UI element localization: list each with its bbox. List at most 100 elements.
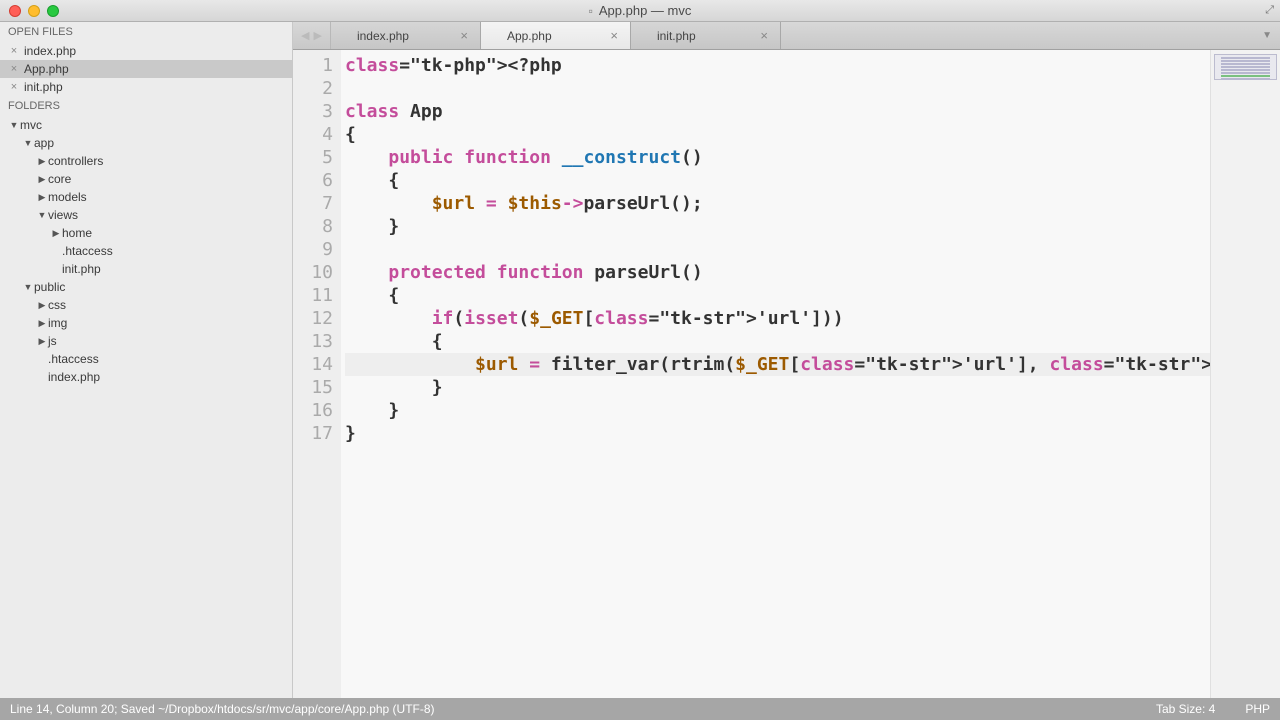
tree-label: controllers — [48, 154, 103, 168]
code-line[interactable]: } — [345, 399, 1210, 422]
close-file-icon[interactable]: × — [8, 81, 20, 93]
code-line[interactable]: if(isset($_GET[class="tk-str">'url'])) — [345, 307, 1210, 330]
minimap[interactable] — [1210, 50, 1280, 698]
tree-folder[interactable]: ▶core — [0, 170, 292, 188]
forward-icon[interactable]: ▶ — [313, 29, 321, 42]
line-number: 4 — [293, 123, 341, 146]
disclosure-icon[interactable]: ▶ — [36, 192, 48, 203]
folders-header: FOLDERS — [0, 96, 292, 116]
open-file-label: index.php — [24, 44, 284, 58]
disclosure-icon[interactable]: ▶ — [50, 228, 62, 239]
tree-folder[interactable]: ▶img — [0, 314, 292, 332]
close-file-icon[interactable]: × — [8, 45, 20, 57]
tree-file[interactable]: index.php — [0, 368, 292, 386]
editor-area: ◀ ▶ index.php×App.php×init.php× ▼ 123456… — [293, 22, 1280, 698]
open-file-label: init.php — [24, 80, 284, 94]
tree-file[interactable]: init.php — [0, 260, 292, 278]
tree-folder[interactable]: ▶controllers — [0, 152, 292, 170]
title-bar: ▫ App.php — mvc ⤢ — [0, 0, 1280, 22]
line-number: 6 — [293, 169, 341, 192]
line-number: 16 — [293, 399, 341, 422]
status-bar: Line 14, Column 20; Saved ~/Dropbox/htdo… — [0, 698, 1280, 720]
code-line[interactable] — [345, 77, 1210, 100]
minimize-window-button[interactable] — [28, 5, 40, 17]
tree-label: index.php — [48, 370, 100, 384]
code-editor[interactable]: class="tk-php"><?php class App{ public f… — [341, 50, 1210, 698]
tree-label: home — [62, 226, 92, 240]
status-language[interactable]: PHP — [1245, 702, 1270, 716]
code-line[interactable]: protected function parseUrl() — [345, 261, 1210, 284]
sidebar: OPEN FILES ×index.php×App.php×init.php F… — [0, 22, 293, 698]
status-left: Line 14, Column 20; Saved ~/Dropbox/htdo… — [10, 702, 1126, 716]
line-number: 8 — [293, 215, 341, 238]
gutter: 1234567891011121314151617 — [293, 50, 341, 698]
back-icon[interactable]: ◀ — [301, 29, 309, 42]
code-line[interactable]: class App — [345, 100, 1210, 123]
main-area: OPEN FILES ×index.php×App.php×init.php F… — [0, 22, 1280, 698]
tab-close-icon[interactable]: × — [600, 28, 618, 43]
tab-close-icon[interactable]: × — [750, 28, 768, 43]
line-number: 15 — [293, 376, 341, 399]
code-line[interactable]: $url = filter_var(rtrim($_GET[class="tk-… — [345, 353, 1210, 376]
open-files-header: OPEN FILES — [0, 22, 292, 42]
code-line[interactable] — [345, 238, 1210, 261]
tree-folder[interactable]: ▶home — [0, 224, 292, 242]
code-line[interactable]: { — [345, 284, 1210, 307]
status-tabsize[interactable]: Tab Size: 4 — [1156, 702, 1215, 716]
document-icon: ▫ — [589, 4, 593, 18]
zoom-window-button[interactable] — [47, 5, 59, 17]
open-file-item[interactable]: ×App.php — [0, 60, 292, 78]
code-line[interactable]: { — [345, 169, 1210, 192]
tab-label: index.php — [343, 29, 450, 43]
code-line[interactable]: $url = $this->parseUrl(); — [345, 192, 1210, 215]
close-file-icon[interactable]: × — [8, 63, 20, 75]
tab-close-icon[interactable]: × — [450, 28, 468, 43]
code-line[interactable]: } — [345, 376, 1210, 399]
tree-label: img — [48, 316, 67, 330]
tree-label: css — [48, 298, 66, 312]
code-line[interactable]: } — [345, 215, 1210, 238]
code-line[interactable]: } — [345, 422, 1210, 445]
disclosure-icon[interactable]: ▼ — [36, 210, 48, 220]
code-wrap: 1234567891011121314151617 class="tk-php"… — [293, 50, 1280, 698]
line-number: 11 — [293, 284, 341, 307]
code-line[interactable]: public function __construct() — [345, 146, 1210, 169]
tab-history-nav: ◀ ▶ — [293, 22, 331, 49]
line-number: 3 — [293, 100, 341, 123]
tree-folder[interactable]: ▼mvc — [0, 116, 292, 134]
disclosure-icon[interactable]: ▶ — [36, 318, 48, 329]
line-number: 7 — [293, 192, 341, 215]
open-file-item[interactable]: × init.php — [0, 78, 292, 96]
tab-label: init.php — [643, 29, 750, 43]
tree-folder[interactable]: ▶models — [0, 188, 292, 206]
disclosure-icon[interactable]: ▶ — [36, 336, 48, 347]
code-line[interactable]: { — [345, 123, 1210, 146]
editor-tab[interactable]: index.php× — [331, 22, 481, 49]
tree-label: .htaccess — [48, 352, 99, 366]
disclosure-icon[interactable]: ▼ — [22, 282, 34, 292]
fullscreen-icon[interactable]: ⤢ — [1265, 4, 1274, 17]
code-line[interactable]: class="tk-php"><?php — [345, 54, 1210, 77]
tree-folder[interactable]: ▶css — [0, 296, 292, 314]
tab-bar: ◀ ▶ index.php×App.php×init.php× ▼ — [293, 22, 1280, 50]
code-line[interactable]: { — [345, 330, 1210, 353]
disclosure-icon[interactable]: ▼ — [8, 120, 20, 130]
line-number: 5 — [293, 146, 341, 169]
disclosure-icon[interactable]: ▶ — [36, 300, 48, 311]
close-window-button[interactable] — [9, 5, 21, 17]
window-title: ▫ App.php — mvc — [589, 3, 692, 18]
tree-folder[interactable]: ▼public — [0, 278, 292, 296]
editor-tab[interactable]: init.php× — [631, 22, 781, 49]
tree-folder[interactable]: ▼views — [0, 206, 292, 224]
tree-file[interactable]: .htaccess — [0, 242, 292, 260]
tab-overflow-icon[interactable]: ▼ — [1254, 22, 1280, 49]
open-file-item[interactable]: × index.php — [0, 42, 292, 60]
tree-folder[interactable]: ▼app — [0, 134, 292, 152]
tree-file[interactable]: .htaccess — [0, 350, 292, 368]
editor-tab[interactable]: App.php× — [481, 22, 631, 49]
disclosure-icon[interactable]: ▶ — [36, 174, 48, 185]
disclosure-icon[interactable]: ▶ — [36, 156, 48, 167]
tree-folder[interactable]: ▶js — [0, 332, 292, 350]
tree-label: views — [48, 208, 78, 222]
disclosure-icon[interactable]: ▼ — [22, 138, 34, 148]
